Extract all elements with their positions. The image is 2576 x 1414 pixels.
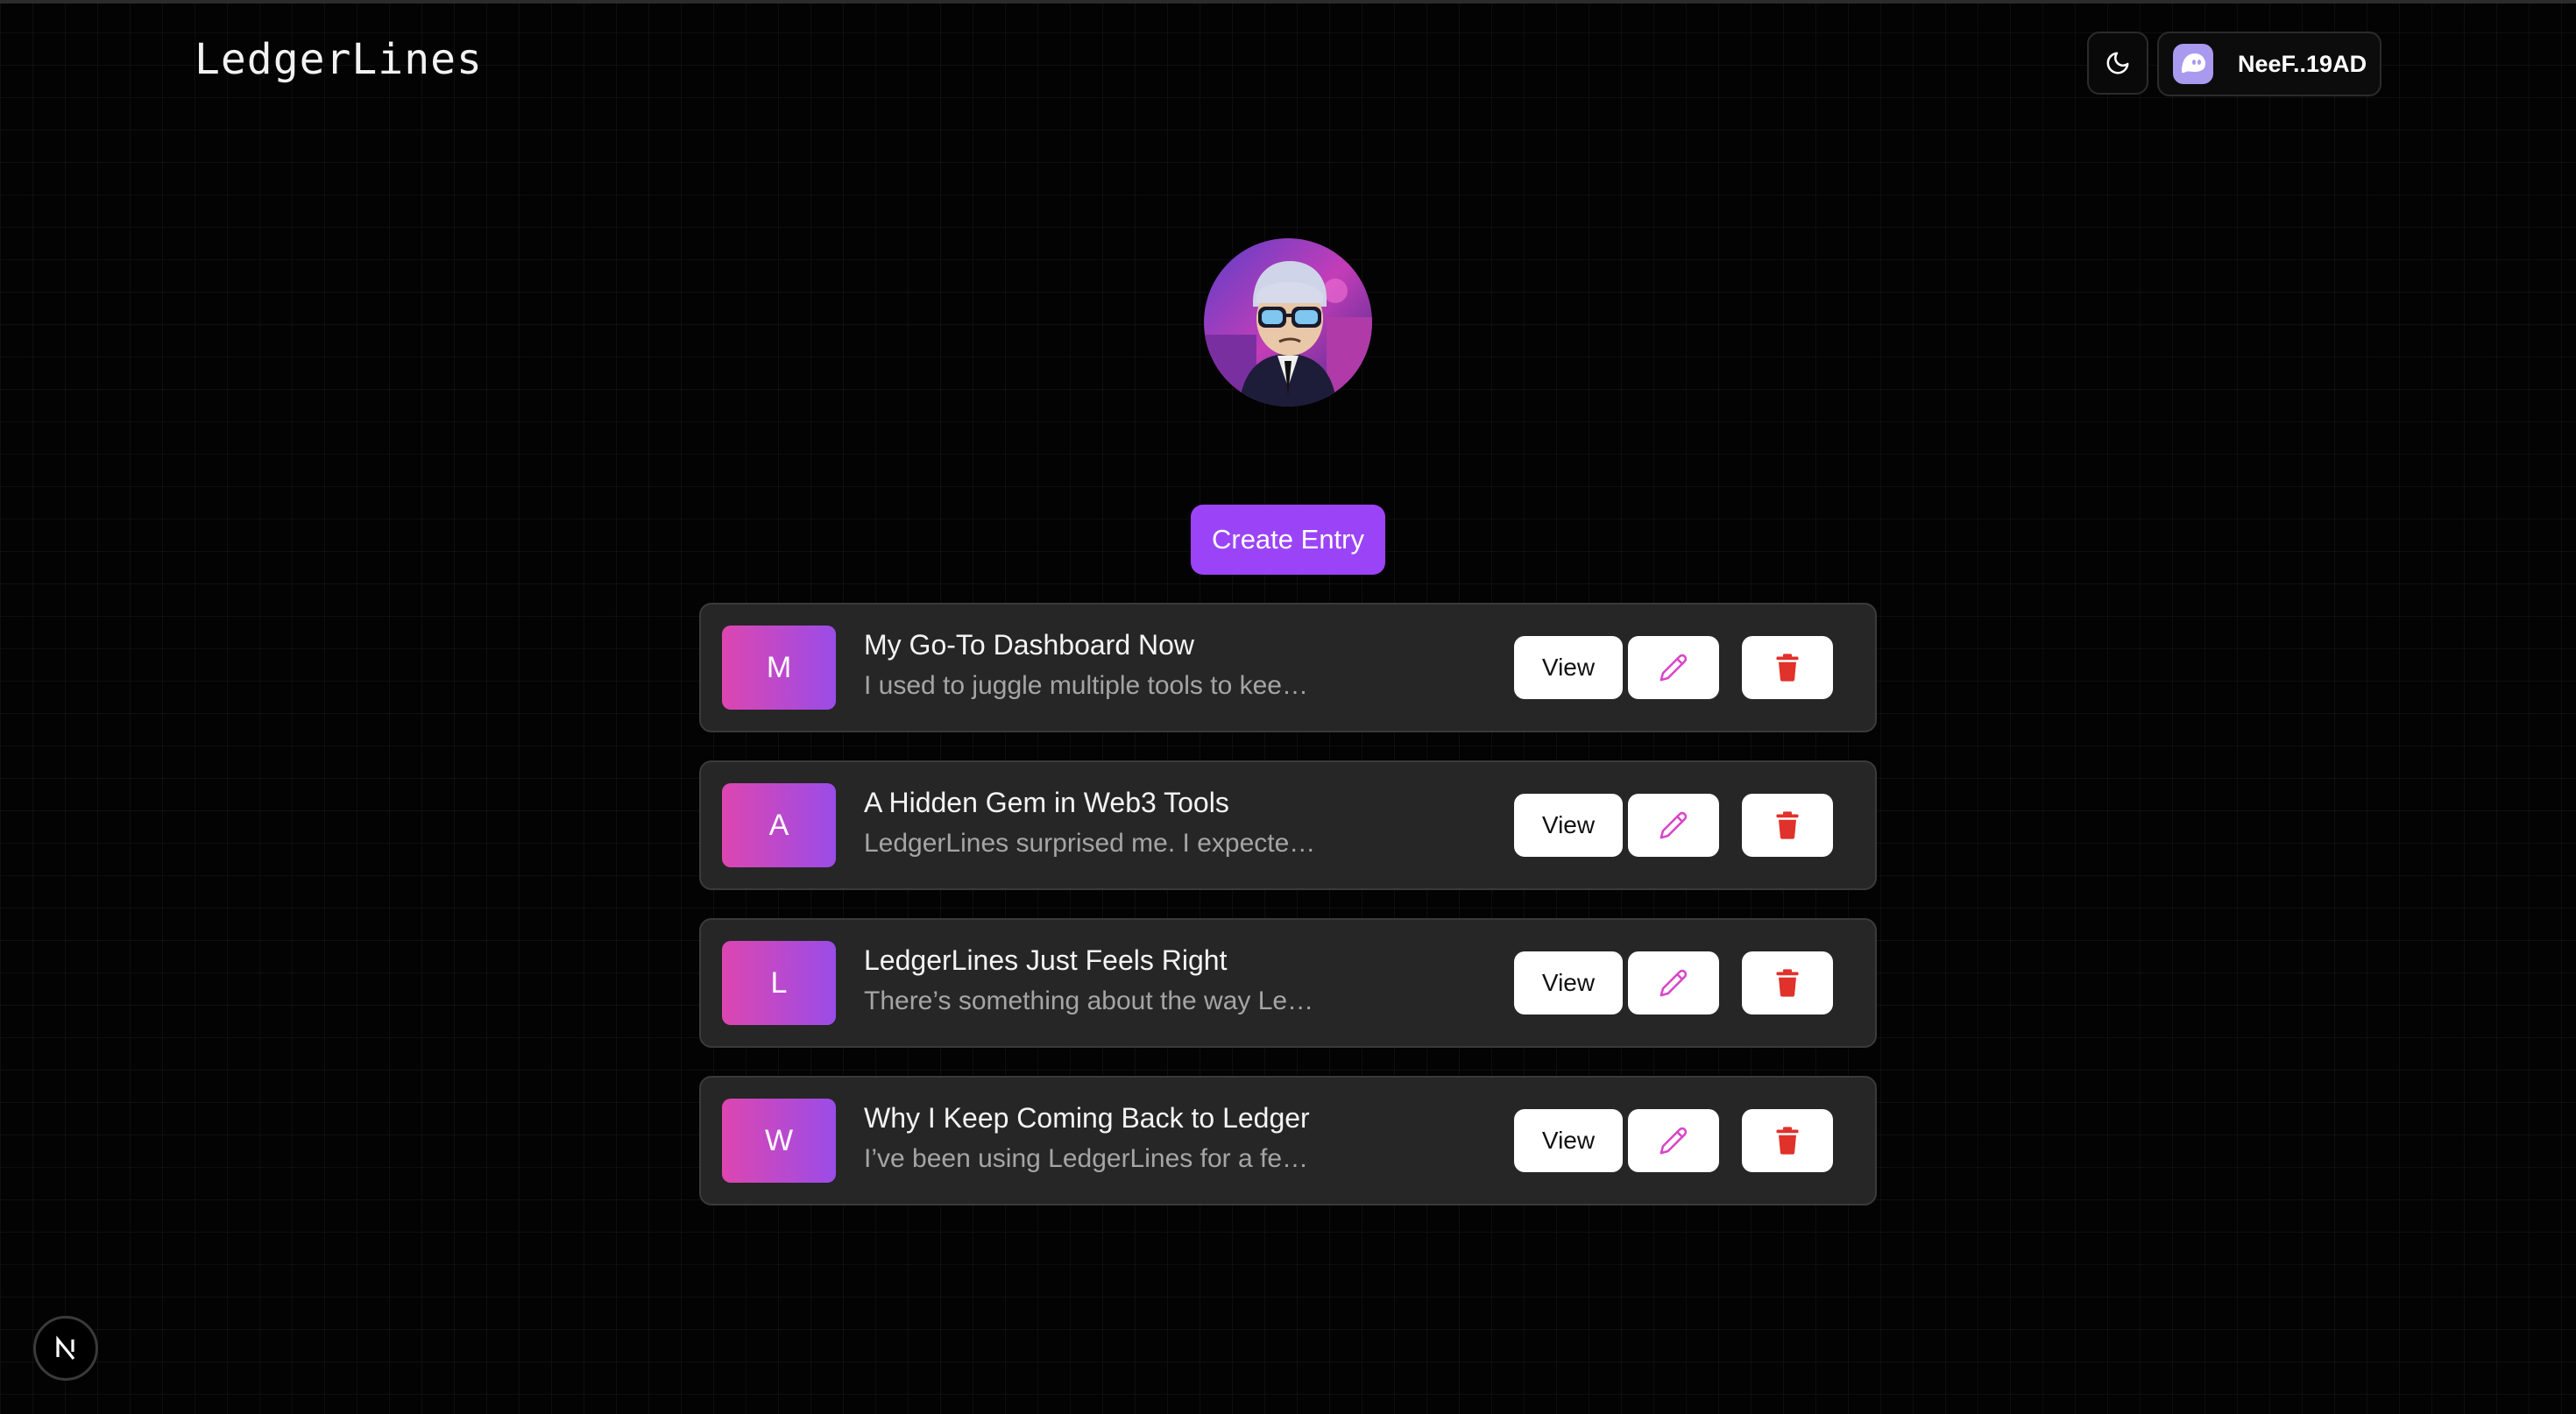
- delete-button[interactable]: [1742, 1109, 1833, 1172]
- trash-icon: [1776, 1127, 1799, 1155]
- trash-icon: [1776, 811, 1799, 839]
- entry-title: LedgerLines Just Feels Right: [864, 944, 1228, 976]
- entry-card: M My Go-To Dashboard Now I used to juggl…: [699, 603, 1877, 732]
- theme-toggle-button[interactable]: [2087, 32, 2148, 95]
- delete-button[interactable]: [1742, 794, 1833, 857]
- pencil-icon: [1660, 1127, 1688, 1155]
- entry-excerpt: LedgerLines surprised me. I expected jus…: [864, 829, 1320, 858]
- create-entry-button[interactable]: Create Entry: [1191, 505, 1385, 575]
- entry-card: W Why I Keep Coming Back to Ledger I’ve …: [699, 1076, 1877, 1205]
- wallet-address: NeeF..19AD: [2238, 50, 2367, 77]
- entry-initial-badge: M: [722, 626, 836, 710]
- delete-button[interactable]: [1742, 951, 1833, 1015]
- delete-button[interactable]: [1742, 636, 1833, 699]
- phantom-ghost-icon: [2173, 44, 2213, 84]
- entry-card: A A Hidden Gem in Web3 Tools LedgerLines…: [699, 760, 1877, 890]
- view-button[interactable]: View: [1514, 636, 1623, 699]
- window-top-border: [0, 0, 2576, 4]
- entry-initial-badge: L: [722, 941, 836, 1025]
- app-logo[interactable]: LedgerLines: [195, 32, 483, 88]
- entry-title: Why I Keep Coming Back to Ledger: [864, 1102, 1310, 1134]
- entry-initial-badge: W: [722, 1099, 836, 1183]
- edit-button[interactable]: [1628, 1109, 1719, 1172]
- edit-button[interactable]: [1628, 951, 1719, 1015]
- edit-button[interactable]: [1628, 794, 1719, 857]
- entry-card: L LedgerLines Just Feels Right There’s s…: [699, 918, 1877, 1048]
- moon-icon: [2106, 52, 2129, 74]
- entry-title: A Hidden Gem in Web3 Tools: [864, 787, 1229, 818]
- entry-initial-badge: A: [722, 783, 836, 867]
- entry-excerpt: I used to juggle multiple tools to keep …: [864, 671, 1320, 700]
- trash-icon: [1776, 969, 1799, 997]
- wallet-button[interactable]: NeeF..19AD: [2157, 32, 2381, 96]
- entry-title: My Go-To Dashboard Now: [864, 629, 1195, 661]
- entry-excerpt: There’s something about the way LedgerLi…: [864, 986, 1320, 1015]
- profile-avatar[interactable]: [1204, 238, 1372, 407]
- view-button[interactable]: View: [1514, 951, 1623, 1015]
- view-button[interactable]: View: [1514, 794, 1623, 857]
- pencil-icon: [1660, 654, 1688, 682]
- pencil-icon: [1660, 811, 1688, 839]
- view-button[interactable]: View: [1514, 1109, 1623, 1172]
- entry-excerpt: I’ve been using LedgerLines for a few we…: [864, 1144, 1320, 1173]
- nextjs-icon[interactable]: [33, 1316, 98, 1381]
- entry-list: M My Go-To Dashboard Now I used to juggl…: [699, 603, 1877, 1234]
- pencil-icon: [1660, 969, 1688, 997]
- trash-icon: [1776, 654, 1799, 682]
- edit-button[interactable]: [1628, 636, 1719, 699]
